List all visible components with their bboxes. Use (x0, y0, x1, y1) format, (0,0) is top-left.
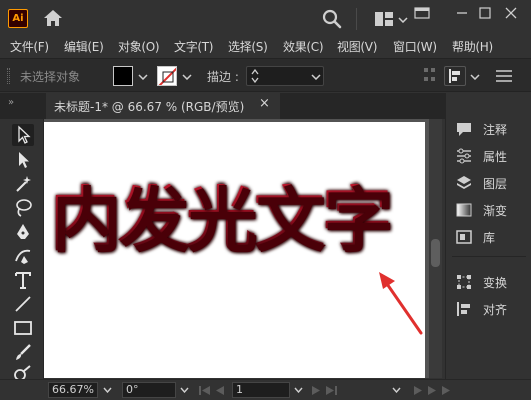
panel-item-label: 变换 (483, 276, 508, 290)
tools-panel (0, 119, 44, 379)
arrange-documents-icon[interactable] (375, 12, 393, 26)
menu-view[interactable]: 视图(V) (337, 38, 377, 55)
blob-brush-tool-icon[interactable] (12, 365, 34, 379)
panel-item-label: 属性 (483, 150, 508, 164)
rotation-field[interactable]: 0° (122, 382, 176, 398)
no-stroke-icon (158, 67, 176, 85)
panel-item-comments[interactable]: 注释 (446, 116, 531, 142)
properties-icon (457, 148, 471, 164)
menu-window[interactable]: 窗口(W) (393, 38, 437, 55)
right-panel-dock: 注释 属性 图层 渐变 库 变换 对齐 (445, 93, 531, 379)
minimize-icon[interactable] (451, 5, 473, 21)
menu-help[interactable]: 帮助(H) (452, 38, 493, 55)
selection-tool-icon[interactable] (12, 124, 34, 146)
document-tab-title: 未标题-1* @ 66.67 % (RGB/预览) (54, 100, 245, 114)
drag-grip[interactable] (7, 68, 10, 84)
grid-dots-icon[interactable] (424, 68, 436, 82)
layers-icon (457, 176, 471, 189)
status-bar: 66.67% 0° 1 (0, 379, 531, 400)
close-window-icon[interactable] (500, 5, 522, 21)
chevron-down-icon[interactable] (311, 74, 321, 80)
menu-edit[interactable]: 编辑(E) (64, 38, 104, 55)
stroke-label: 描边 : (207, 70, 239, 84)
scrollbar-thumb[interactable] (431, 239, 440, 267)
menu-file[interactable]: 文件(F) (10, 38, 49, 55)
chevron-down-icon[interactable] (182, 74, 192, 80)
type-tool-icon[interactable] (12, 269, 34, 291)
line-segment-tool-icon[interactable] (12, 293, 34, 315)
first-previous-artboard-icon[interactable] (198, 385, 226, 396)
comment-icon (457, 123, 471, 136)
canvas-area[interactable]: 内发光文字 内发光文字 (44, 119, 442, 378)
magic-wand-tool-icon[interactable] (12, 173, 34, 195)
panel-item-label: 注释 (483, 123, 508, 137)
selection-status: 未选择对象 (20, 70, 81, 84)
artboard[interactable]: 内发光文字 内发光文字 (44, 122, 425, 378)
maximize-icon[interactable] (474, 5, 496, 21)
fill-color-swatch[interactable] (113, 66, 133, 86)
lasso-tool-icon[interactable] (12, 197, 34, 219)
collapse-tools-icon[interactable]: » (8, 97, 14, 108)
artboard-number-field[interactable]: 1 (232, 382, 290, 398)
document-tab[interactable]: 未标题-1* @ 66.67 % (RGB/预览) × (46, 93, 280, 119)
panel-item-label: 图层 (483, 177, 508, 191)
align-button[interactable] (444, 66, 466, 86)
app-logo: Ai (8, 9, 28, 28)
menu-effect[interactable]: 效果(C) (283, 38, 324, 55)
menu-select[interactable]: 选择(S) (228, 38, 268, 55)
menu-lines-icon[interactable] (495, 69, 513, 83)
gradient-icon (456, 203, 472, 217)
stroke-weight-field[interactable] (246, 66, 324, 86)
divider (356, 8, 357, 30)
title-bar: Ai (0, 0, 531, 36)
menu-object[interactable]: 对象(O) (118, 38, 160, 55)
control-bar: 未选择对象 描边 : (0, 58, 531, 92)
navigation-arrows-icon[interactable] (412, 385, 452, 396)
transform-icon (457, 275, 471, 289)
panel-divider (452, 256, 526, 257)
chevron-down-icon[interactable] (294, 387, 303, 393)
zoom-field[interactable]: 66.67% (48, 382, 98, 398)
stroke-color-swatch[interactable] (157, 66, 177, 86)
curvature-tool-icon[interactable] (12, 245, 34, 267)
panel-item-properties[interactable]: 属性 (446, 143, 531, 169)
chevron-down-icon[interactable] (392, 387, 401, 393)
pen-tool-icon[interactable] (12, 221, 34, 243)
chevron-down-icon[interactable] (103, 387, 112, 393)
menu-type[interactable]: 文字(T) (174, 38, 214, 55)
libraries-icon (456, 230, 472, 244)
align-icon (457, 302, 470, 316)
chevron-down-icon[interactable] (138, 74, 148, 80)
search-icon[interactable] (322, 9, 342, 29)
panel-toggle-icon[interactable] (411, 5, 433, 21)
stepper-arrows-icon[interactable] (251, 69, 259, 83)
close-tab-icon[interactable]: × (259, 96, 270, 111)
inner-glow-text[interactable]: 内发光文字 (50, 184, 392, 254)
panel-item-label: 库 (483, 231, 496, 245)
next-last-artboard-icon[interactable] (310, 385, 338, 396)
panel-item-libraries[interactable]: 库 (446, 224, 531, 250)
panel-item-transform[interactable]: 变换 (446, 269, 531, 295)
panel-item-align[interactable]: 对齐 (446, 296, 531, 322)
align-left-icon (449, 69, 460, 83)
chevron-down-icon[interactable] (180, 387, 189, 393)
home-icon[interactable] (43, 9, 63, 27)
rectangle-tool-icon[interactable] (12, 317, 34, 339)
annotation-arrow (379, 272, 423, 335)
panel-item-layers[interactable]: 图层 (446, 170, 531, 196)
panel-item-label: 对齐 (483, 303, 508, 317)
paintbrush-tool-icon[interactable] (12, 341, 34, 363)
menu-bar: 文件(F) 编辑(E) 对象(O) 文字(T) 选择(S) 效果(C) 视图(V… (0, 36, 531, 56)
panel-item-gradient[interactable]: 渐变 (446, 197, 531, 223)
vertical-scrollbar[interactable] (429, 119, 442, 378)
direct-selection-tool-icon[interactable] (12, 149, 34, 171)
chevron-down-icon[interactable] (470, 74, 480, 80)
chevron-down-icon[interactable] (398, 17, 408, 23)
panel-item-label: 渐变 (483, 204, 508, 218)
